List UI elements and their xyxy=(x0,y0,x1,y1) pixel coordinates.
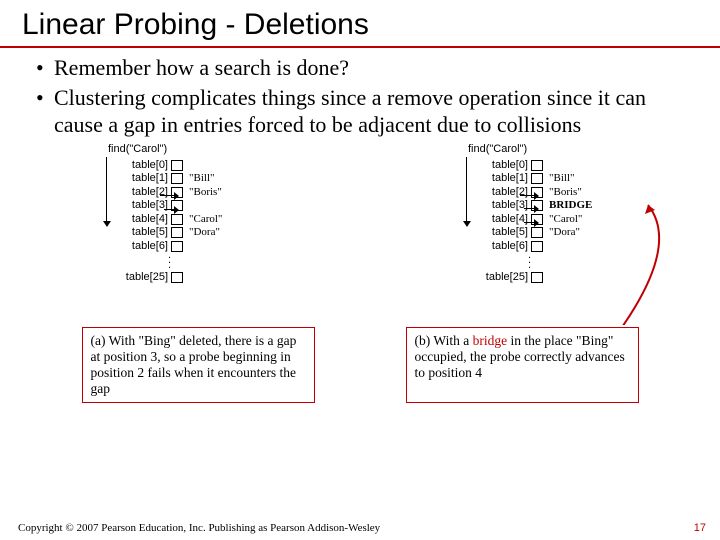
table-row: table[5] "Dora" xyxy=(122,226,222,240)
table-cell-box xyxy=(171,214,183,225)
table-index-label: table[4] xyxy=(122,213,171,227)
copyright-text: Copyright © 2007 Pearson Education, Inc.… xyxy=(18,522,380,534)
bullet-mark: • xyxy=(36,54,54,82)
bullet-mark: • xyxy=(36,84,54,139)
table-index-label: table[0] xyxy=(122,159,171,173)
caption-b-prefix: (b) With a xyxy=(415,333,473,348)
bullet-text: Clustering complicates things since a re… xyxy=(54,84,690,139)
table-row: table[4] "Carol" xyxy=(122,213,222,227)
find-stem-arrow xyxy=(106,157,115,223)
diagram-a: find("Carol") table[0]table[1]"Bill"tabl… xyxy=(50,145,310,305)
table-row: table[2] "Boris" xyxy=(122,186,222,200)
find-call-label: find("Carol") xyxy=(468,143,527,155)
table-ellipsis: ... xyxy=(122,253,222,271)
table-row: table[1] "Bill" xyxy=(122,172,222,186)
table-row: table[25] xyxy=(122,271,222,285)
table-index-label: table[1] xyxy=(122,172,171,186)
table-cell-box xyxy=(171,241,183,252)
bullet-text: Remember how a search is done? xyxy=(54,54,349,82)
table-index-label: table[5] xyxy=(122,226,171,240)
table-cell-value: "Dora" xyxy=(189,226,220,240)
find-call-label: find("Carol") xyxy=(108,143,167,155)
red-arrow-icon xyxy=(420,155,700,325)
table-cell-value: "Bill" xyxy=(189,172,215,186)
bullet-list: • Remember how a search is done? • Clust… xyxy=(0,48,720,139)
table-cell-box xyxy=(171,272,183,283)
table-column: table[0]table[1]"Bill"table[2]"Boris"tab… xyxy=(122,159,222,305)
table-index-label: table[2] xyxy=(122,186,171,200)
table-cell-value: "Boris" xyxy=(189,186,222,200)
page-number: 17 xyxy=(694,522,706,534)
table-row: table[0] xyxy=(122,159,222,173)
table-cell-box xyxy=(171,160,183,171)
caption-b: (b) With a bridge in the place "Bing" oc… xyxy=(406,327,639,404)
diagrams-row: find("Carol") table[0]table[1]"Bill"tabl… xyxy=(0,145,720,305)
table-cell-value: "Carol" xyxy=(189,213,222,227)
table-row: table[6] xyxy=(122,240,222,254)
slide-title: Linear Probing - Deletions xyxy=(0,0,720,48)
table-index-label: table[25] xyxy=(122,271,171,285)
table-row: table[3] xyxy=(122,199,222,213)
captions-row: (a) With "Bing" deleted, there is a gap … xyxy=(0,327,720,404)
bullet-item: • Clustering complicates things since a … xyxy=(36,84,690,139)
probe-arrow-icon xyxy=(160,195,178,197)
caption-a: (a) With "Bing" deleted, there is a gap … xyxy=(82,327,315,404)
probe-arrow-icon xyxy=(164,209,178,211)
bullet-item: • Remember how a search is done? xyxy=(36,54,690,82)
table-cell-box xyxy=(171,173,183,184)
table-index-label: table[6] xyxy=(122,240,171,254)
caption-b-bridge-word: bridge xyxy=(473,333,508,348)
table-cell-box xyxy=(171,227,183,238)
table-index-label: table[3] xyxy=(122,199,171,213)
